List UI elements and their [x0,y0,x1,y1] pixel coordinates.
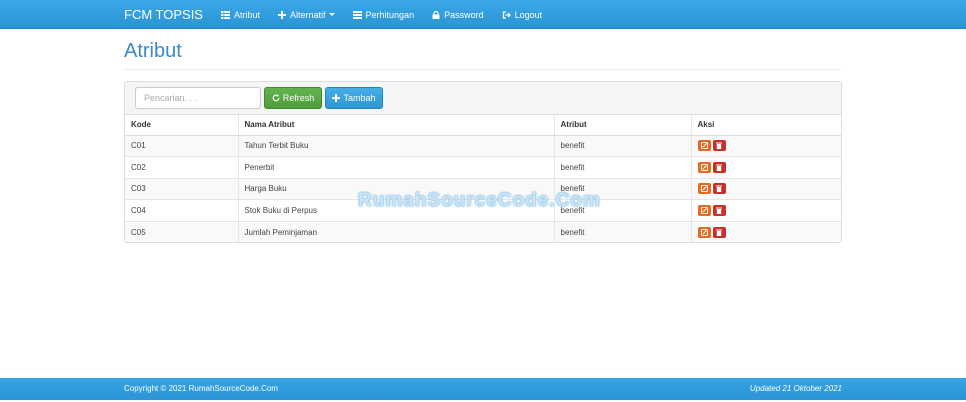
cell-aksi [690,220,841,242]
cell-aksi [690,156,841,178]
grid-icon [220,10,230,19]
trash-icon [716,207,722,214]
navbar-inner: FCM TOPSIS Atribut Alternatif Perhitunga… [124,0,560,29]
nav-label-password: Password [444,9,484,20]
cell-kode: C01 [125,134,238,157]
edit-button[interactable] [697,183,711,195]
edit-icon [700,142,708,150]
column-header-nama: Nama Atribut [237,115,554,136]
column-header-kode: Kode [125,115,238,136]
nav-item-alternatif[interactable]: Alternatif [278,10,335,20]
delete-button[interactable] [712,183,726,195]
panel-toolbar: Refresh Tambah [125,82,841,115]
search-input[interactable] [135,87,261,109]
nav-item-logout[interactable]: Logout [502,9,543,20]
refresh-icon [272,94,280,102]
page-title: Atribut [124,40,182,62]
column-header-aksi: Aksi [690,115,841,136]
delete-button[interactable] [712,140,726,152]
title-divider [124,69,842,70]
top-navbar: FCM TOPSIS Atribut Alternatif Perhitunga… [0,0,966,29]
edit-button[interactable] [697,204,711,216]
refresh-label: Refresh [282,93,315,103]
nav-item-atribut[interactable]: Atribut [220,9,260,20]
trash-icon [716,142,722,150]
delete-button[interactable] [712,226,726,238]
table-header-row: Kode Nama Atribut Atribut Aksi [125,115,841,136]
table-row: C05 Jumlah Peminjaman benefit [125,220,841,242]
list-icon [352,10,362,19]
attribute-table: Kode Nama Atribut Atribut Aksi C01 Tahun… [125,115,841,242]
nav-label-alternatif: Alternatif [290,9,326,20]
cell-kode: C04 [125,199,238,221]
cell-atribut: benefit [553,134,691,157]
delete-button[interactable] [712,204,726,216]
cell-aksi [690,199,841,221]
table-row: C02 Penerbit benefit [125,156,841,178]
cell-atribut: benefit [553,156,691,178]
cell-kode: C05 [125,220,238,242]
edit-icon [700,206,708,214]
footer-updated: Updated 21 Oktober 2021 [749,384,842,393]
watermark-text: RumahSourceCode.Com [358,190,601,211]
caret-down-icon [328,13,335,16]
brand-link[interactable]: FCM TOPSIS [124,7,203,22]
attribute-panel: Refresh Tambah Kode Nama Atribut Atribut… [124,81,842,243]
nav-label-atribut: Atribut [233,9,260,20]
nav-label-perhitungan: Perhitungan [365,9,415,20]
edit-button[interactable] [697,140,711,152]
cell-nama: Tahun Terbit Buku [237,134,554,157]
cell-aksi [690,177,841,200]
lock-icon [432,10,440,19]
nav-item-perhitungan[interactable]: Perhitungan [352,9,415,20]
edit-button[interactable] [697,226,711,238]
edit-icon [700,185,708,193]
edit-icon [700,163,708,171]
cell-atribut: benefit [553,220,691,242]
edit-icon [700,228,708,236]
column-header-atribut: Atribut [553,115,691,136]
add-button[interactable]: Tambah [325,87,383,109]
trash-icon [716,229,722,236]
delete-button[interactable] [712,161,726,173]
nav-label-logout: Logout [514,9,543,20]
plus-icon [278,10,286,19]
cell-kode: C02 [125,156,238,178]
logout-icon [502,10,511,19]
nav-item-password[interactable]: Password [432,10,484,20]
trash-icon [716,164,722,171]
cell-nama: Penerbit [237,156,554,178]
refresh-button[interactable]: Refresh [264,87,322,109]
edit-button[interactable] [697,161,711,173]
table-row: C01 Tahun Terbit Buku benefit [125,134,841,157]
plus-icon [332,94,341,102]
cell-nama: Jumlah Peminjaman [237,220,554,242]
footer-bar: Copyright © 2021 RumahSourceCode.Com Upd… [0,378,966,400]
cell-aksi [690,134,841,157]
footer-copyright: Copyright © 2021 RumahSourceCode.Com [124,384,278,393]
cell-kode: C03 [125,177,238,200]
add-label: Tambah [343,93,376,103]
trash-icon [716,185,722,193]
